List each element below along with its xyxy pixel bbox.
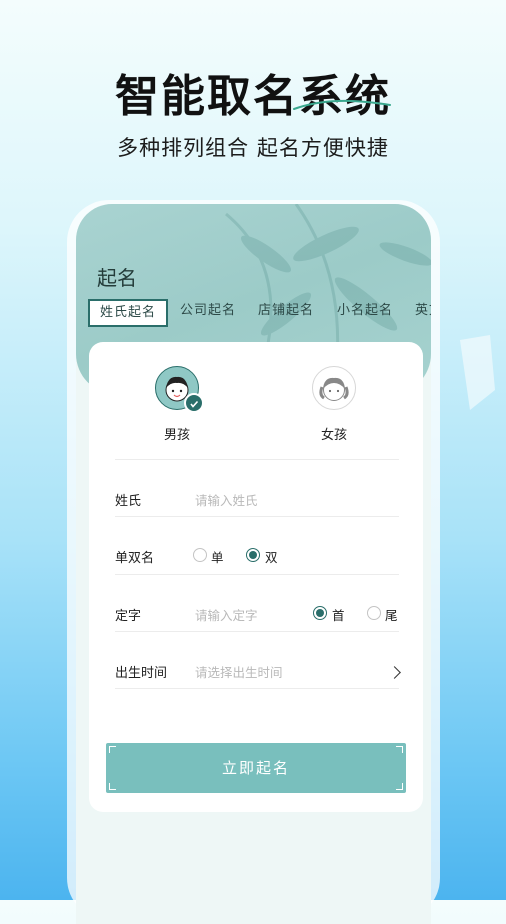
radio-single-label: 单 <box>211 550 224 565</box>
tab-nickname-naming[interactable]: 小名起名 <box>337 297 393 325</box>
radio-first-label: 首 <box>332 608 345 623</box>
surname-label: 姓氏 <box>115 494 142 509</box>
radio-double-label: 双 <box>265 550 278 565</box>
tab-english-naming[interactable]: 英文起名 <box>415 297 431 325</box>
gender-option-boy[interactable]: 男孩 <box>117 366 237 443</box>
chevron-right-icon[interactable] <box>388 666 401 679</box>
button-corner-ornament <box>109 746 116 753</box>
generate-name-button[interactable]: 立即起名 <box>106 743 406 793</box>
fixed-char-label: 定字 <box>115 609 142 624</box>
button-corner-ornament <box>396 746 403 753</box>
gender-option-girl[interactable]: 女孩 <box>274 366 394 443</box>
radio-double[interactable] <box>246 548 260 562</box>
naming-form-card: 男孩 女孩 姓氏 请输入姓氏 单双名 单 双 定字 请输入定字 首 尾 出生时间… <box>89 342 423 812</box>
radio-first[interactable] <box>313 606 327 620</box>
fixed-char-input[interactable]: 请输入定字 <box>195 605 258 624</box>
divider <box>115 516 399 517</box>
boy-avatar-icon <box>155 366 204 413</box>
surname-input[interactable]: 请输入姓氏 <box>195 490 258 509</box>
promo-subline: 多种排列组合 起名方便快捷 <box>117 136 389 160</box>
radio-last[interactable] <box>367 606 381 620</box>
button-corner-ornament <box>109 783 116 790</box>
promo-headline: 智能取名系统 <box>115 71 391 122</box>
birth-time-label: 出生时间 <box>115 666 168 681</box>
divider <box>115 631 399 632</box>
divider <box>115 574 399 575</box>
headline-underline-swoosh <box>293 99 391 110</box>
generate-name-button-label: 立即起名 <box>221 759 290 777</box>
tab-company-naming[interactable]: 公司起名 <box>180 297 236 325</box>
app-screen: 起名 姓氏起名 公司起名 店铺起名 小名起名 英文起名 男孩 <box>76 204 431 924</box>
button-corner-ornament <box>396 783 403 790</box>
selected-check-icon <box>184 393 204 413</box>
birth-time-picker[interactable]: 请选择出生时间 <box>195 662 283 681</box>
girl-avatar-icon <box>312 366 356 410</box>
gender-label-boy: 男孩 <box>163 428 190 443</box>
gender-label-girl: 女孩 <box>320 428 347 443</box>
name-length-label: 单双名 <box>115 551 155 566</box>
tab-surname-naming[interactable]: 姓氏起名 <box>88 299 169 327</box>
decorative-shape <box>460 335 495 410</box>
divider <box>115 688 399 689</box>
screen-title: 起名 <box>97 266 137 290</box>
tab-shop-naming[interactable]: 店铺起名 <box>258 297 314 325</box>
radio-last-label: 尾 <box>385 608 398 623</box>
radio-single[interactable] <box>193 548 207 562</box>
naming-category-tabs: 姓氏起名 公司起名 店铺起名 小名起名 英文起名 <box>88 297 431 327</box>
divider <box>115 459 399 460</box>
